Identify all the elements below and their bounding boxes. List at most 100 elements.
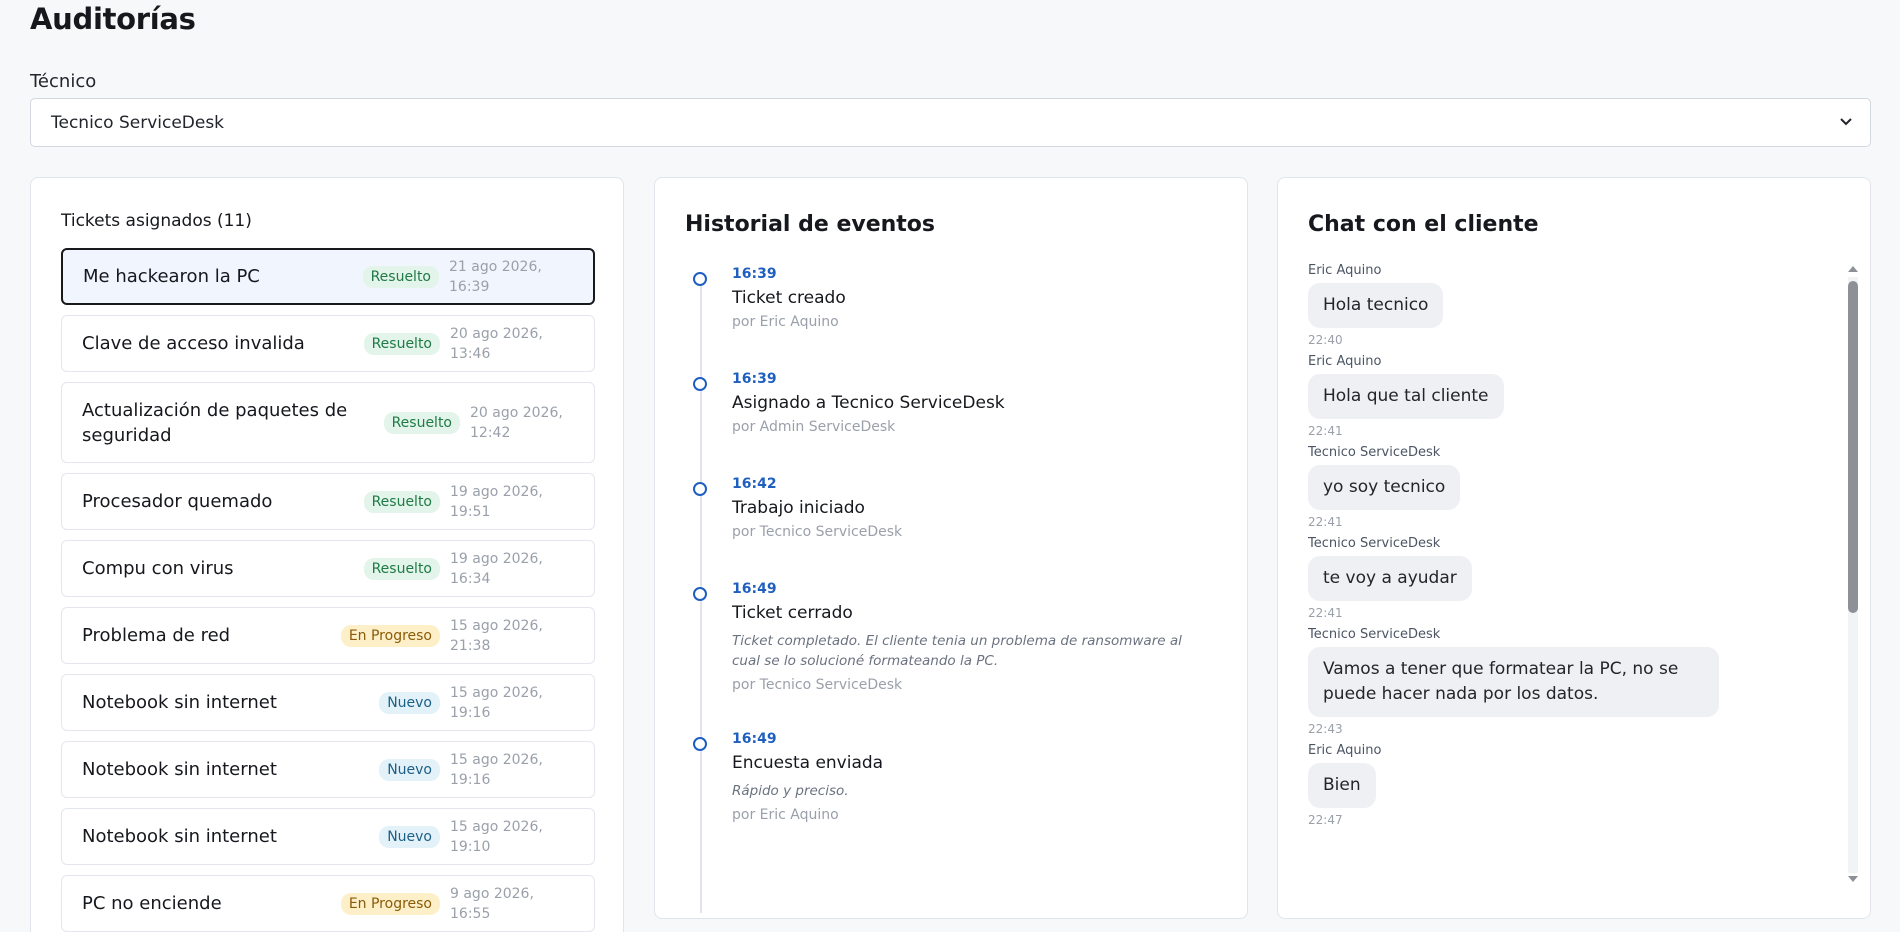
message-time: 22:41 <box>1308 424 1343 438</box>
event-time: 16:42 <box>732 476 777 492</box>
event-title: Ticket cerrado <box>732 603 853 623</box>
event-author: por Eric Aquino <box>732 314 839 330</box>
ticket-date: 15 ago 2026, 19:16 <box>450 751 543 788</box>
technician-label: Técnico <box>30 71 97 92</box>
event-note: Rápido y preciso. <box>732 783 849 799</box>
ticket-date: 15 ago 2026, 19:10 <box>450 818 543 855</box>
chat-messages[interactable]: Eric Aquino Hola tecnico 22:40 Eric Aqui… <box>1308 263 1842 885</box>
event-note: Ticket completado. El cliente tenia un p… <box>732 633 1182 669</box>
tickets-panel: Tickets asignados (11) Me hackearon la P… <box>30 177 624 932</box>
timeline-item: 16:49 Ticket cerrado Ticket completado. … <box>685 581 1225 693</box>
message-author: Eric Aquino <box>1308 743 1382 758</box>
events-title: Historial de eventos <box>685 212 936 237</box>
scroll-down-arrow-icon[interactable] <box>1846 873 1860 885</box>
ticket-title: Clave de acceso invalida <box>82 333 305 354</box>
ticket-item[interactable]: Actualización de paquetes de seguridad R… <box>61 382 595 463</box>
event-title: Trabajo iniciado <box>732 498 865 518</box>
ticket-title: Actualización de paquetes de seguridad <box>82 399 348 446</box>
ticket-date: 20 ago 2026, 12:42 <box>470 404 563 441</box>
ticket-date: 15 ago 2026, 19:16 <box>450 684 543 721</box>
event-author: por Eric Aquino <box>732 807 839 823</box>
ticket-item[interactable]: Procesador quemado Resuelto 19 ago 2026,… <box>61 473 595 530</box>
ticket-item[interactable]: Notebook sin internet Nuevo 15 ago 2026,… <box>61 741 595 798</box>
ticket-title: Notebook sin internet <box>82 826 277 847</box>
event-title: Ticket creado <box>732 288 846 308</box>
ticket-date: 20 ago 2026, 13:46 <box>450 325 543 362</box>
ticket-title: Me hackearon la PC <box>83 266 260 287</box>
event-author: por Tecnico ServiceDesk <box>732 524 903 540</box>
ticket-date: 21 ago 2026, 16:39 <box>449 258 542 295</box>
event-time: 16:49 <box>732 731 777 747</box>
message-time: 22:41 <box>1308 515 1343 529</box>
message-bubble: Hola tecnico <box>1308 283 1444 328</box>
status-badge: Resuelto <box>363 332 440 355</box>
chat-message: Tecnico ServiceDesk yo soy tecnico 22:41 <box>1308 445 1842 529</box>
ticket-item[interactable]: Notebook sin internet Nuevo 15 ago 2026,… <box>61 808 595 865</box>
event-time: 16:39 <box>732 371 777 387</box>
event-time: 16:39 <box>732 266 777 282</box>
status-badge: Nuevo <box>379 825 440 848</box>
status-badge: Resuelto <box>383 411 460 434</box>
message-bubble: te voy a ayudar <box>1308 556 1472 601</box>
ticket-date: 19 ago 2026, 19:51 <box>450 483 543 520</box>
timeline-dot-icon <box>693 482 707 496</box>
ticket-item[interactable]: Compu con virus Resuelto 19 ago 2026, 16… <box>61 540 595 597</box>
timeline-item: 16:42 Trabajo iniciado por Tecnico Servi… <box>685 476 1225 540</box>
technician-select-value: Tecnico ServiceDesk <box>51 112 225 133</box>
chat-panel: Chat con el cliente Eric Aquino Hola tec… <box>1277 177 1871 919</box>
message-bubble: Bien <box>1308 763 1376 808</box>
message-bubble: Vamos a tener que formatear la PC, no se… <box>1308 647 1719 717</box>
status-badge: Resuelto <box>363 490 440 513</box>
ticket-list: Me hackearon la PC Resuelto 21 ago 2026,… <box>61 248 595 932</box>
status-badge: Resuelto <box>363 557 440 580</box>
technician-select[interactable]: Tecnico ServiceDesk <box>30 98 1871 147</box>
ticket-title: Compu con virus <box>82 558 234 579</box>
timeline-dot-icon <box>693 272 707 286</box>
chat-message: Eric Aquino Bien 22:47 <box>1308 743 1842 827</box>
chat-title: Chat con el cliente <box>1308 212 1539 237</box>
tickets-header: Tickets asignados (11) <box>61 211 252 231</box>
ticket-item[interactable]: PC no enciende En Progreso 9 ago 2026, 1… <box>61 875 595 932</box>
message-time: 22:41 <box>1308 606 1343 620</box>
ticket-item[interactable]: Clave de acceso invalida Resuelto 20 ago… <box>61 315 595 372</box>
event-author: por Admin ServiceDesk <box>732 419 896 435</box>
ticket-date: 15 ago 2026, 21:38 <box>450 617 543 654</box>
status-badge: Resuelto <box>362 265 439 288</box>
ticket-title: Notebook sin internet <box>82 692 277 713</box>
timeline-item: 16:39 Ticket creado por Eric Aquino <box>685 266 1225 330</box>
status-badge: Nuevo <box>379 758 440 781</box>
event-title: Encuesta enviada <box>732 753 884 773</box>
message-time: 22:47 <box>1308 813 1343 827</box>
ticket-item[interactable]: Notebook sin internet Nuevo 15 ago 2026,… <box>61 674 595 731</box>
ticket-item[interactable]: Problema de red En Progreso 15 ago 2026,… <box>61 607 595 664</box>
status-badge: Nuevo <box>379 691 440 714</box>
events-panel: Historial de eventos 16:39 Ticket creado… <box>654 177 1248 919</box>
message-bubble: yo soy tecnico <box>1308 465 1461 510</box>
timeline-item: 16:39 Asignado a Tecnico ServiceDesk por… <box>685 371 1225 435</box>
chat-message: Tecnico ServiceDesk te voy a ayudar 22:4… <box>1308 536 1842 620</box>
timeline-dot-icon <box>693 377 707 391</box>
chevron-down-icon <box>1840 118 1852 126</box>
event-title: Asignado a Tecnico ServiceDesk <box>732 393 1005 413</box>
ticket-title: Notebook sin internet <box>82 759 277 780</box>
chat-scrollbar[interactable] <box>1846 263 1860 885</box>
ticket-title: PC no enciende <box>82 893 222 914</box>
message-author: Tecnico ServiceDesk <box>1308 536 1441 551</box>
message-time: 22:43 <box>1308 722 1343 736</box>
message-time: 22:40 <box>1308 333 1343 347</box>
scroll-up-arrow-icon[interactable] <box>1846 263 1860 275</box>
ticket-date: 9 ago 2026, 16:55 <box>450 885 534 922</box>
chat-message: Eric Aquino Hola tecnico 22:40 <box>1308 263 1842 347</box>
message-author: Eric Aquino <box>1308 263 1382 278</box>
event-time: 16:49 <box>732 581 777 597</box>
timeline-item: 16:49 Encuesta enviada Rápido y preciso.… <box>685 731 1225 823</box>
timeline-dot-icon <box>693 587 707 601</box>
message-author: Eric Aquino <box>1308 354 1382 369</box>
event-author: por Tecnico ServiceDesk <box>732 677 903 693</box>
ticket-item[interactable]: Me hackearon la PC Resuelto 21 ago 2026,… <box>61 248 595 305</box>
page-title: Auditorías <box>30 2 196 36</box>
scrollbar-thumb[interactable] <box>1848 281 1858 613</box>
timeline-dot-icon <box>693 737 707 751</box>
ticket-title: Problema de red <box>82 625 231 646</box>
chat-message: Eric Aquino Hola que tal cliente 22:41 <box>1308 354 1842 438</box>
